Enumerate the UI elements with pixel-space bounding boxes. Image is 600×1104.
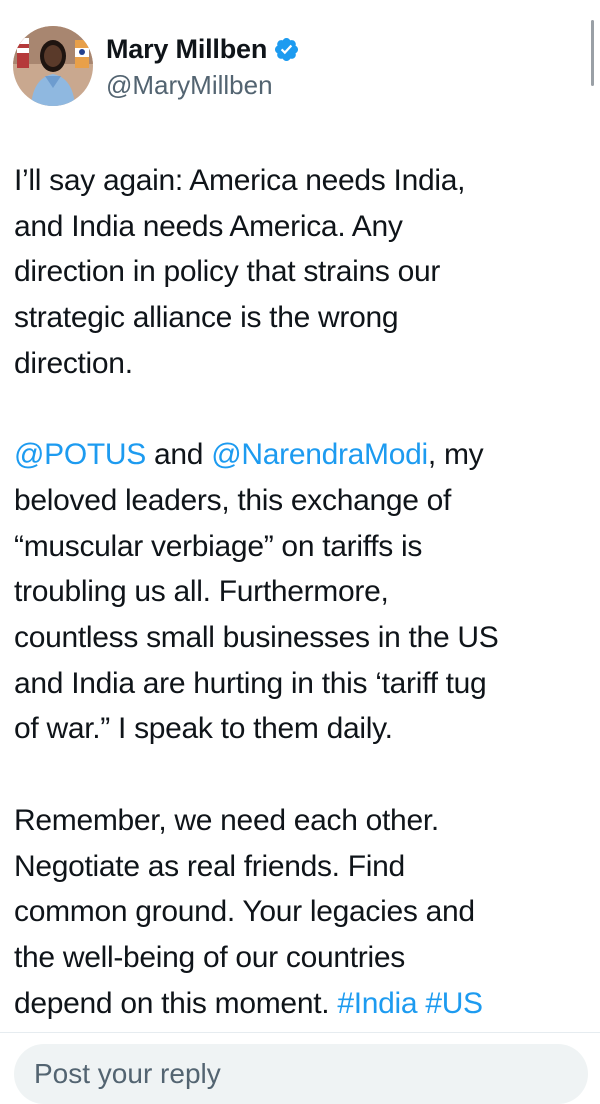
- tweet-line: beloved leaders, this exchange of: [14, 483, 452, 517]
- tweet-text-fragment: and: [146, 438, 212, 472]
- tweet-line: “muscular verbiage” on tariffs is: [14, 529, 423, 563]
- display-name[interactable]: Mary Millben: [106, 34, 267, 65]
- tweet-line: and India needs America. Any: [14, 209, 403, 243]
- tweet-line: I’ll say again: America needs India,: [14, 164, 466, 197]
- tweet-line: strategic alliance is the wrong: [14, 301, 399, 335]
- tweet-line: direction.: [14, 346, 133, 380]
- tweet-line: direction in policy that strains our: [14, 255, 441, 289]
- user-handle[interactable]: @MaryMillben: [106, 70, 300, 101]
- reply-input[interactable]: Post your reply: [14, 1044, 588, 1104]
- tweet-line: @POTUS and @NarendraModi, my: [14, 432, 584, 478]
- tweet-line: and India are hurting in this ‘tariff tu…: [14, 666, 487, 700]
- reply-placeholder: Post your reply: [34, 1058, 221, 1089]
- tweet-text-fragment: , my: [427, 438, 484, 472]
- mention-narendramodi-link[interactable]: @NarendraModi: [211, 438, 428, 471]
- author-names: Mary Millben @MaryMillben: [106, 32, 300, 101]
- avatar[interactable]: [13, 26, 93, 106]
- avatar-image: [13, 26, 93, 106]
- verified-badge-icon[interactable]: [273, 36, 300, 63]
- tweet-line: countless small businesses in the US: [14, 621, 499, 655]
- tweet-line: of war.” I speak to them daily.: [14, 712, 393, 746]
- tweet-line: troubling us all. Furthermore,: [14, 575, 389, 609]
- hashtag-india-link[interactable]: #India: [337, 987, 417, 1020]
- tweet-text: I’ll say again: America needs India, and…: [14, 158, 584, 1026]
- mention-potus-link[interactable]: @POTUS: [14, 438, 146, 471]
- tweet-line: Remember, we need each other.: [14, 803, 439, 837]
- display-name-row: Mary Millben: [106, 32, 300, 68]
- tweet-line: depend on this moment. #India #US: [14, 981, 584, 1027]
- tweet-text-fragment: depend on this moment.: [14, 986, 338, 1020]
- tweet-line: the well-being of our countries: [14, 940, 405, 974]
- divider: [0, 1032, 600, 1033]
- hashtag-us-link[interactable]: #US: [425, 987, 483, 1020]
- tweet-header: Mary Millben @MaryMillben: [13, 24, 300, 108]
- tweet-line: common ground. Your legacies and: [14, 895, 475, 929]
- scrollbar-thumb[interactable]: [591, 20, 594, 86]
- tweet-line: Negotiate as real friends. Find: [14, 849, 405, 883]
